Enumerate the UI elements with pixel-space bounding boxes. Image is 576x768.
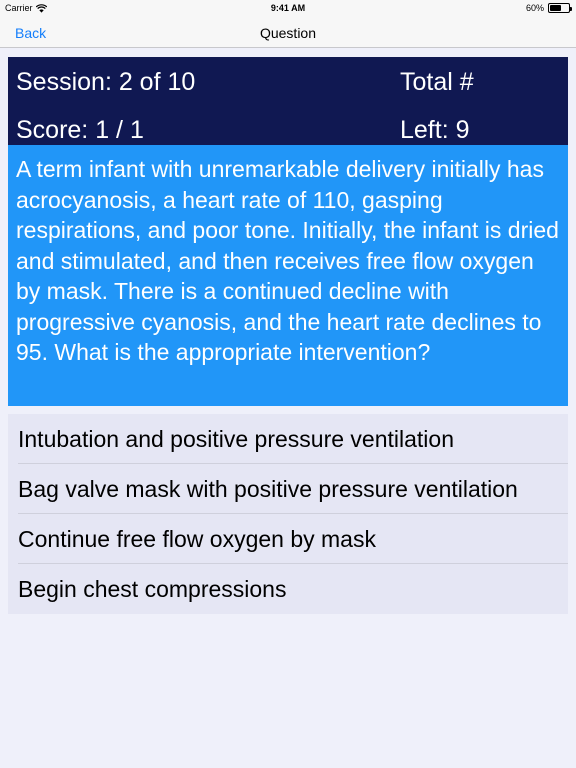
page-title: Question bbox=[259, 25, 317, 41]
status-bar: Carrier 9:41 AM 60% bbox=[0, 0, 576, 16]
question-panel: A term infant with unremarkable delivery… bbox=[8, 145, 568, 406]
session-label: Session: 2 of 10 bbox=[16, 68, 196, 96]
battery-percent: 60% bbox=[525, 3, 544, 13]
left-label: Left: 9 bbox=[400, 116, 470, 144]
score-label: Score: 1 / 1 bbox=[16, 116, 144, 144]
score-panel: Session: 2 of 10 Total # Score: 1 / 1 Le… bbox=[8, 57, 568, 145]
battery-icon bbox=[548, 3, 572, 13]
status-right: 60% bbox=[525, 3, 572, 13]
answer-option-3[interactable]: Continue free flow oxygen by mask bbox=[8, 514, 568, 564]
answer-option-1[interactable]: Intubation and positive pressure ventila… bbox=[8, 414, 568, 464]
question-text: A term infant with unremarkable delivery… bbox=[16, 156, 559, 365]
answer-option-4[interactable]: Begin chest compressions bbox=[8, 564, 568, 614]
answer-option-2[interactable]: Bag valve mask with positive pressure ve… bbox=[8, 464, 568, 514]
total-label: Total # bbox=[400, 68, 474, 96]
battery-fill bbox=[550, 5, 561, 11]
answer-list: Intubation and positive pressure ventila… bbox=[8, 414, 568, 614]
navigation-bar: Back Question bbox=[0, 16, 576, 48]
status-time: 9:41 AM bbox=[270, 3, 306, 13]
